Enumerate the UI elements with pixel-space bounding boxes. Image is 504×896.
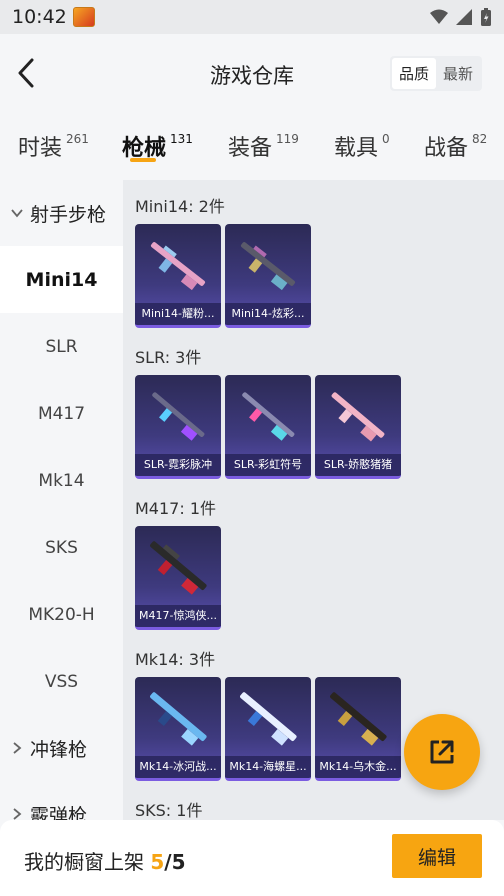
shelf-current-count: 5	[150, 850, 165, 874]
status-time: 10:42	[12, 6, 67, 28]
edit-button[interactable]: 编辑	[392, 834, 482, 878]
sidebar-item-mini14[interactable]: Mini14	[0, 246, 123, 313]
section-title: SLR: 3件	[135, 348, 202, 367]
item-card[interactable]: Mk14-乌木金...	[315, 677, 401, 781]
rifle-skin-image	[330, 692, 387, 746]
sort-newest-button[interactable]: 最新	[436, 58, 480, 89]
tab-vehicles[interactable]: 载具 0	[334, 130, 390, 162]
tab-fashion[interactable]: 时装 261	[18, 130, 89, 162]
item-card[interactable]: Mini14-炫彩...	[225, 224, 311, 328]
section-title: Mk14: 3件	[135, 650, 216, 669]
item-caption: Mk14-乌木金...	[315, 756, 401, 778]
tab-count: 82	[472, 132, 488, 146]
rifle-skin-image	[150, 242, 206, 291]
sort-quality-button[interactable]: 品质	[391, 58, 436, 89]
item-card[interactable]: Mini14-耀粉...	[135, 224, 221, 328]
rifle-skin-image	[240, 692, 297, 746]
section-title: SKS: 1件	[135, 801, 203, 820]
header: 游戏仓库 品质 最新	[0, 34, 504, 112]
item-card[interactable]: SLR-霓彩脉冲	[135, 375, 221, 479]
chevron-down-icon	[11, 209, 23, 218]
sidebar-item-sks[interactable]: SKS	[0, 514, 123, 581]
active-tab-indicator	[130, 158, 156, 162]
tab-label: 载具	[334, 136, 379, 161]
sort-toggle: 品质 最新	[389, 56, 482, 91]
wifi-icon	[430, 9, 448, 24]
battery-icon	[481, 8, 491, 26]
item-caption: SLR-彩虹符号	[225, 454, 311, 476]
item-caption: SLR-霓彩脉冲	[135, 454, 221, 476]
tab-equipment[interactable]: 装备 119	[228, 130, 299, 162]
tab-count: 131	[170, 132, 193, 146]
tab-label: 装备	[228, 136, 273, 161]
chevron-right-icon	[13, 808, 22, 820]
sidebar-item-slr[interactable]: SLR	[0, 313, 123, 380]
sidebar-group-label: 霰弹枪	[30, 804, 88, 821]
item-caption: Mini14-耀粉...	[135, 303, 221, 325]
sidebar-group-marksman-rifle[interactable]: 射手步枪	[0, 180, 123, 246]
signal-icon	[456, 9, 472, 25]
shelf-total-count: /5	[164, 850, 186, 874]
item-card[interactable]: SLR-彩虹符号	[225, 375, 311, 479]
status-icons	[430, 8, 492, 26]
status-bar: 10:42	[0, 0, 504, 34]
tab-label: 战备	[424, 136, 469, 161]
rifle-skin-image	[242, 392, 295, 441]
item-card[interactable]: SLR-娇憨猪猪	[315, 375, 401, 479]
shelf-label: 我的橱窗上架	[24, 850, 151, 874]
item-caption: Mk14-冰河战...	[135, 756, 221, 778]
item-caption: Mk14-海螺星...	[225, 756, 311, 778]
sidebar: 射手步枪 Mini14 SLR M417 Mk14 SKS MK20-H VSS…	[0, 180, 123, 820]
item-card[interactable]: Mk14-海螺星...	[225, 677, 311, 781]
item-card[interactable]: M417-惊鸿侠...	[135, 526, 221, 630]
tab-count: 119	[276, 132, 299, 146]
app-notification-icon	[72, 7, 95, 27]
sidebar-item-mk14[interactable]: Mk14	[0, 447, 123, 514]
tab-label: 时装	[18, 136, 63, 161]
sidebar-group-smg[interactable]: 冲锋枪	[0, 715, 123, 781]
section-title: Mini14: 2件	[135, 197, 225, 216]
section-title: M417: 1件	[135, 499, 217, 518]
sidebar-group-label: 冲锋枪	[30, 738, 88, 761]
rifle-skin-image	[331, 392, 385, 442]
item-caption: M417-惊鸿侠...	[135, 605, 221, 627]
sidebar-item-vss[interactable]: VSS	[0, 648, 123, 715]
share-float-button[interactable]	[404, 714, 480, 790]
rifle-skin-image	[240, 242, 296, 291]
rifle-skin-image	[152, 392, 205, 441]
sidebar-item-m417[interactable]: M417	[0, 380, 123, 447]
sidebar-group-shotgun[interactable]: 霰弹枪	[0, 781, 123, 820]
item-caption: Mini14-炫彩...	[225, 303, 311, 325]
external-link-icon	[430, 740, 454, 764]
rifle-skin-image	[150, 692, 207, 746]
tab-battle-gear[interactable]: 战备 82	[424, 130, 487, 162]
item-card[interactable]: Mk14-冰河战...	[135, 677, 221, 781]
chevron-right-icon	[13, 742, 22, 754]
tab-count: 0	[382, 132, 390, 146]
rifle-skin-image	[150, 541, 207, 595]
item-caption: SLR-娇憨猪猪	[315, 454, 401, 476]
sidebar-group-label: 射手步枪	[30, 203, 107, 226]
bottom-bar: 我的橱窗上架 5/5 编辑	[0, 820, 504, 896]
shelf-status: 我的橱窗上架 5/5	[24, 846, 186, 875]
sidebar-item-mk20h[interactable]: MK20-H	[0, 581, 123, 648]
tab-count: 261	[66, 132, 89, 146]
category-tabs: 时装 261 枪械 131 装备 119 载具 0 战备 82	[0, 112, 504, 180]
